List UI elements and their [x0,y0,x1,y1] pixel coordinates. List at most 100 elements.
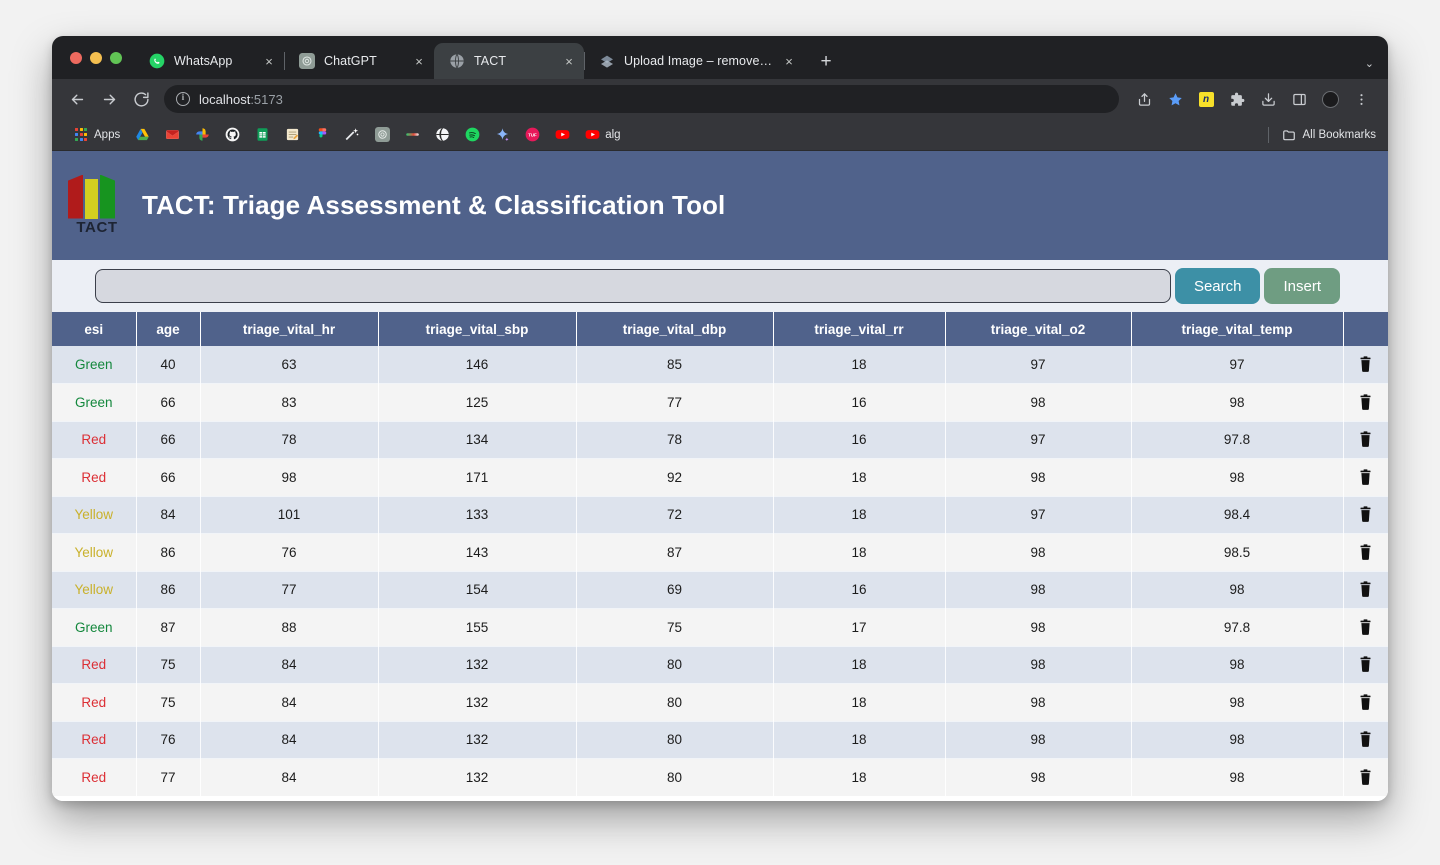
trash-icon[interactable] [1358,581,1373,598]
delete-row-button[interactable] [1343,758,1388,797]
delete-row-button[interactable] [1343,421,1388,459]
new-tab-button[interactable]: + [812,47,840,75]
tab-close-icon[interactable]: × [410,52,428,70]
cell-sbp: 143 [378,533,577,572]
alg-bookmark[interactable]: alg [577,123,627,147]
gmail-icon [164,127,180,143]
delete-row-button[interactable] [1343,346,1388,384]
tab-close-icon[interactable]: × [780,52,798,70]
chrome-menu-icon[interactable] [1346,84,1376,114]
delete-row-button[interactable] [1343,458,1388,497]
gmail-bookmark[interactable] [157,123,187,147]
pink-circle-bookmark[interactable]: TUF [517,123,547,147]
google-sheets-bookmark[interactable] [247,123,277,147]
delete-row-button[interactable] [1343,496,1388,534]
puzzle-extension-icon[interactable] [1222,84,1252,114]
cell-o2: 97 [945,421,1132,459]
cell-rr: 16 [773,383,946,422]
side-panel-icon[interactable] [1284,84,1314,114]
notes-bookmark[interactable] [277,123,307,147]
google-photos-bookmark[interactable] [187,123,217,147]
cell-dbp: 69 [576,571,774,609]
delete-row-button[interactable] [1343,683,1388,722]
extension-yellow-icon[interactable]: n [1191,84,1221,114]
cell-dbp: 80 [576,721,774,759]
cell-esi: Yellow [52,533,137,572]
magic-wand-icon [344,127,360,143]
cell-age: 86 [136,533,201,572]
address-bar[interactable]: i localhost:5173 [164,85,1119,113]
cell-sbp: 125 [378,383,577,422]
globe-icon [448,53,465,70]
apps-bookmark[interactable]: Apps [66,123,127,147]
tab-strip: WhatsApp × ChatGPT × TACT × Upload Image – rem… [52,36,1388,79]
search-button[interactable]: Search [1174,268,1261,304]
trash-icon[interactable] [1358,394,1373,410]
bookmark-star-icon[interactable] [1160,84,1190,114]
trash-icon[interactable] [1358,544,1373,560]
cell-dbp: 80 [576,758,774,797]
cell-o2: 98 [945,683,1132,722]
tab-close-icon[interactable]: × [260,52,278,70]
browser-tab-1[interactable]: ChatGPT × [284,43,434,79]
youtube-bookmark[interactable] [547,123,577,147]
trash-icon[interactable] [1358,656,1373,673]
profile-avatar[interactable] [1315,84,1345,114]
gemini-bookmark[interactable] [487,123,517,147]
chatgpt-bookmark[interactable] [367,123,397,147]
cell-hr: 101 [200,496,379,534]
app-header: TACT TACT: Triage Assessment & Classific… [52,151,1388,260]
reload-icon[interactable] [126,84,156,114]
browser-tab-label: ChatGPT [324,54,377,68]
delete-row-button[interactable] [1343,608,1388,647]
search-input[interactable] [95,269,1171,303]
delete-row-button[interactable] [1343,533,1388,572]
github-bookmark[interactable] [217,123,247,147]
trash-icon[interactable] [1358,731,1373,748]
browser-tab-label: TACT [474,54,507,68]
window-traffic-lights [62,36,134,79]
close-window-button[interactable] [70,51,82,64]
site-info-icon[interactable]: i [176,92,190,106]
maximize-window-button[interactable] [110,51,122,64]
search-row: Search Insert [52,260,1388,312]
google-drive-bookmark[interactable] [127,123,157,147]
trash-icon[interactable] [1358,619,1373,635]
delete-row-button[interactable] [1343,721,1388,759]
tab-list-icon[interactable]: ⌄ [1365,57,1374,70]
download-icon[interactable] [1253,84,1283,114]
insert-button[interactable]: Insert [1264,268,1340,304]
delete-row-button[interactable] [1343,646,1388,684]
trash-icon[interactable] [1358,769,1373,785]
minimize-window-button[interactable] [90,51,102,64]
trash-icon[interactable] [1358,694,1373,710]
all-bookmarks-button[interactable]: All Bookmarks [1267,126,1376,143]
cell-dbp: 80 [576,683,774,722]
table-row: Red 66 78 134 78 16 97 97.8 [52,421,1388,459]
gradient-bar-bookmark[interactable] [397,123,427,147]
cell-rr: 18 [773,533,946,572]
trash-icon[interactable] [1358,469,1373,485]
back-icon[interactable] [62,84,92,114]
figma-bookmark[interactable] [307,123,337,147]
cell-temp: 98 [1131,683,1344,722]
browser-tab-0[interactable]: WhatsApp × [134,43,284,79]
browser-tab-2[interactable]: TACT × [434,43,584,79]
trash-icon[interactable] [1358,431,1373,448]
globe-bookmark[interactable] [427,123,457,147]
tab-close-icon[interactable]: × [560,52,578,70]
cell-esi: Red [52,721,137,759]
cell-dbp: 92 [576,458,774,497]
page-title: TACT: Triage Assessment & Classification… [142,190,726,220]
spotify-bookmark[interactable] [457,123,487,147]
magic-wand-bookmark[interactable] [337,123,367,147]
browser-tab-3[interactable]: Upload Image – remove.bg × [584,43,804,79]
delete-row-button[interactable] [1343,571,1388,609]
delete-row-button[interactable] [1343,383,1388,422]
trash-icon[interactable] [1358,506,1373,523]
forward-icon[interactable] [94,84,124,114]
cell-hr: 88 [200,608,379,647]
share-icon[interactable] [1129,84,1159,114]
trash-icon[interactable] [1358,356,1373,372]
cell-esi: Red [52,758,137,797]
